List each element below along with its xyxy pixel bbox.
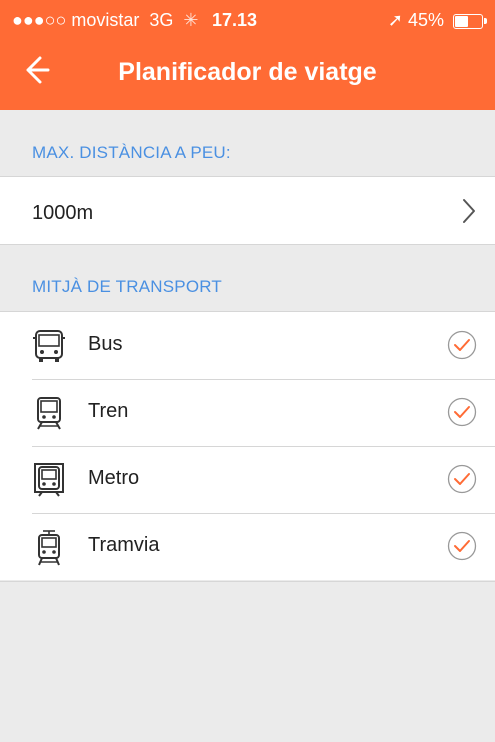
divider	[0, 581, 495, 582]
walking-distance-value: 1000m	[32, 202, 94, 224]
activity-spinner-icon: ✳	[183, 10, 199, 30]
transport-label: Tren	[88, 400, 129, 422]
walking-distance-row[interactable]: 1000m	[0, 177, 495, 244]
walking-distance-card: 1000m	[0, 177, 495, 244]
metro-icon	[34, 463, 64, 497]
chevron-right-icon	[463, 199, 475, 223]
check-circle-icon[interactable]	[447, 397, 477, 427]
bus-icon	[33, 330, 65, 362]
app-header: ●●●○○ movistar 3G ✳ 17.13 ➚ 45% Planific…	[0, 0, 495, 110]
status-bar: ●●●○○ movistar 3G ✳ 17.13 ➚ 45%	[0, 0, 495, 38]
tram-icon	[38, 530, 60, 566]
transport-item-tram[interactable]: Tramvia	[0, 513, 495, 580]
clock: 17.13	[212, 10, 258, 30]
battery-icon	[453, 13, 487, 29]
carrier-label: ●●●○○ movistar	[12, 10, 140, 30]
navigation-bar: Planificador de viatge	[0, 44, 495, 104]
page-title: Planificador de viatge	[118, 58, 377, 86]
transport-label: Tramvia	[88, 534, 160, 556]
divider	[0, 244, 495, 245]
check-circle-icon[interactable]	[447, 464, 477, 494]
train-icon	[37, 397, 61, 430]
check-circle-icon[interactable]	[447, 330, 477, 360]
transport-label: Bus	[88, 333, 123, 355]
walking-section-label: MAX. DISTÀNCIA A PEU:	[32, 143, 231, 162]
location-arrow-icon: ➚	[387, 10, 403, 30]
transport-item-metro[interactable]: Metro	[0, 446, 495, 513]
transport-label: Metro	[88, 467, 140, 489]
check-circle-icon[interactable]	[447, 531, 477, 561]
battery-percent: 45%	[407, 10, 444, 30]
transport-section-label: MITJÀ DE TRANSPORT	[32, 277, 222, 296]
network-label: 3G	[149, 10, 174, 30]
transport-item-train[interactable]: Tren	[0, 379, 495, 446]
transport-list: Bus Tren Metro Tramvia	[0, 312, 495, 580]
transport-item-bus[interactable]: Bus	[0, 312, 495, 379]
